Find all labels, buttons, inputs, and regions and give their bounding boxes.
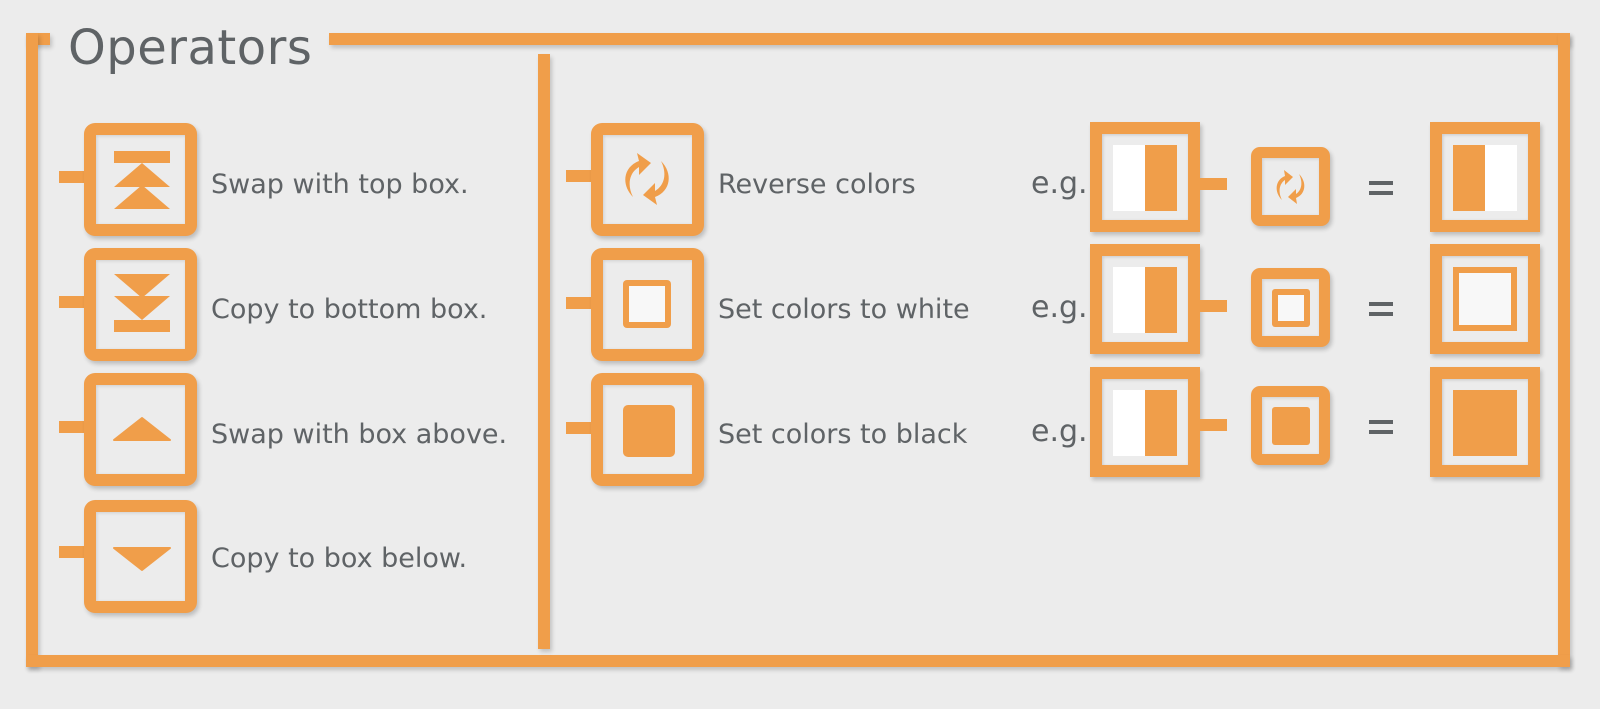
set-black-icon [1272,407,1310,445]
swap-above-button[interactable] [84,373,197,486]
orange-half [1145,267,1177,333]
swap-top-icon [114,151,170,209]
orange-fill [1453,390,1517,456]
connector-stub [1199,419,1227,431]
connector-stub [566,297,592,309]
copy-bottom-button[interactable] [84,248,197,361]
frame-left [26,33,38,667]
set-white-icon [623,280,671,328]
connector-stub [566,170,592,182]
example-prefix: e.g. [1031,290,1088,325]
orange-half [1145,390,1177,456]
example-prefix: e.g. [1031,166,1088,201]
set-white-button[interactable] [591,248,704,361]
connector-stub [59,421,85,433]
example-prefix: e.g. [1031,414,1088,449]
connector-stub [566,422,592,434]
example-operator-set-white [1251,268,1330,347]
operator-label: Set colors to white [718,294,970,325]
white-half [1113,390,1145,456]
white-half [1113,145,1145,211]
set-white-icon [1272,289,1310,327]
white-fill [1453,267,1517,331]
equals-sign [1369,420,1393,434]
frame-bottom [26,655,1570,667]
connector-stub [59,296,85,308]
example-input-box [1090,244,1200,354]
reverse-colors-icon [625,153,669,205]
example-operator-set-black [1251,386,1330,465]
example-operator-reverse [1251,147,1330,226]
copy-bottom-icon [114,274,170,332]
set-black-button[interactable] [591,373,704,486]
operator-label: Swap with box above. [211,419,508,450]
frame-top-right [329,33,1570,45]
example-result-box [1430,367,1540,477]
copy-below-icon [113,547,171,571]
example-result-box [1430,122,1540,232]
white-half [1485,145,1517,211]
panel-title: Operators [68,20,313,76]
operator-label: Set colors to black [718,419,968,450]
operator-label: Swap with top box. [211,169,469,200]
swap-above-icon [113,417,171,441]
operator-label: Reverse colors [718,169,916,200]
reverse-colors-button[interactable] [591,123,704,236]
equals-sign [1369,302,1393,316]
example-input-box [1090,122,1200,232]
example-input-box [1090,367,1200,477]
connector-stub [1199,300,1227,312]
example-result-box [1430,244,1540,354]
operator-label: Copy to box below. [211,543,468,574]
equals-sign [1369,181,1393,195]
swap-top-button[interactable] [84,123,197,236]
connector-stub [59,171,85,183]
connector-stub [59,546,85,558]
copy-below-button[interactable] [84,500,197,613]
operator-label: Copy to bottom box. [211,294,488,325]
set-black-icon [623,405,675,457]
orange-half [1145,145,1177,211]
frame-right [1558,33,1570,667]
orange-half [1453,145,1485,211]
column-divider [538,54,550,649]
connector-stub [1199,178,1227,190]
white-half [1113,267,1145,333]
reverse-colors-icon [1276,170,1305,204]
